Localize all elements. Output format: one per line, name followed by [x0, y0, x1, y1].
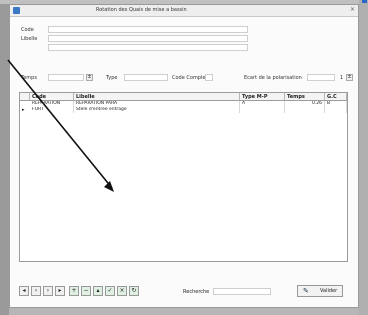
delete-icon[interactable]: −: [81, 286, 91, 296]
first-icon[interactable]: ◂: [19, 286, 29, 296]
search-input[interactable]: [213, 288, 271, 295]
save-icon[interactable]: ✓: [105, 286, 115, 296]
validate-label: Valider: [320, 288, 338, 294]
prev-icon[interactable]: ‹: [31, 286, 41, 296]
search-label: Recherche: [183, 289, 210, 295]
annotation-arrow: [7, 59, 114, 192]
next-icon[interactable]: ›: [43, 286, 53, 296]
background-bottom: [9, 308, 359, 315]
refresh-icon[interactable]: ×: [117, 286, 127, 296]
check-icon[interactable]: ↻: [129, 286, 139, 296]
edit-icon[interactable]: ▴: [93, 286, 103, 296]
validate-button[interactable]: ✎ Valider: [297, 285, 343, 297]
last-icon[interactable]: ▸: [55, 286, 65, 296]
add-icon[interactable]: +: [69, 286, 79, 296]
pencil-icon: ✎: [303, 287, 309, 295]
